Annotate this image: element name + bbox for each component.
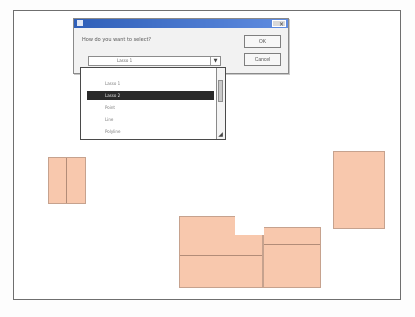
ok-button[interactable]: OK <box>244 35 281 48</box>
shape-right-tall[interactable] <box>333 151 385 229</box>
shape-cutout <box>235 215 264 235</box>
dialog-titlebar: × <box>74 19 288 28</box>
list-item[interactable]: Polyline <box>87 127 214 136</box>
scroll-thumb[interactable] <box>218 80 223 102</box>
list-item[interactable]: Lasso 1 <box>87 79 214 88</box>
chevron-down-icon[interactable]: ▼ <box>210 57 220 65</box>
shape-left-small[interactable] <box>48 157 86 204</box>
selection-prompt: How do you want to select? <box>82 37 152 43</box>
resize-grip-icon[interactable]: ◢ <box>217 131 224 138</box>
shape-divider <box>264 244 320 245</box>
cancel-button[interactable]: Cancel <box>244 53 281 66</box>
app-window: × How do you want to select? OK Cancel L… <box>0 0 415 317</box>
selection-mode-dropdown[interactable]: Lasso 1 ▼ <box>88 56 221 66</box>
shape-divider <box>66 158 67 203</box>
selection-options-list[interactable]: Lasso 1 Lasso 2 Point Line Polyline ◢ <box>80 67 226 140</box>
shape-bottom-right[interactable] <box>263 227 321 288</box>
close-button[interactable]: × <box>272 20 286 28</box>
window-icon <box>77 20 83 26</box>
list-item-selected[interactable]: Lasso 2 <box>87 91 214 100</box>
scrollbar[interactable] <box>216 68 225 139</box>
selected-option: Lasso 1 <box>117 58 133 63</box>
list-item[interactable]: Line <box>87 115 214 124</box>
list-item[interactable]: Point <box>87 103 214 112</box>
shape-divider <box>180 255 262 256</box>
